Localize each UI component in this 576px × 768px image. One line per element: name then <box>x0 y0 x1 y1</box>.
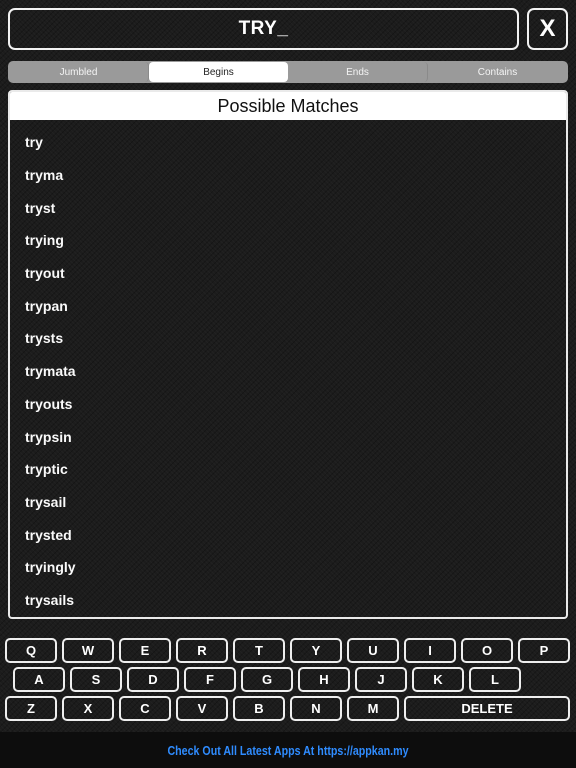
list-item[interactable]: tryout <box>10 257 566 290</box>
tab-begins[interactable]: Begins <box>149 62 288 82</box>
results-title: Possible Matches <box>10 92 566 120</box>
list-item[interactable]: trymata <box>10 355 566 388</box>
key-o[interactable]: O <box>461 638 513 663</box>
key-k[interactable]: K <box>412 667 464 692</box>
letter-keyboard: Q W E R T Y U I O P A S D F G H J K L Z … <box>0 636 576 724</box>
key-d[interactable]: D <box>127 667 179 692</box>
key-g[interactable]: G <box>241 667 293 692</box>
tab-jumbled[interactable]: Jumbled <box>9 62 149 82</box>
close-icon: X <box>539 15 556 42</box>
key-h[interactable]: H <box>298 667 350 692</box>
list-item[interactable]: tryouts <box>10 388 566 421</box>
key-b[interactable]: B <box>233 696 285 721</box>
footer-promo-link[interactable]: Check Out All Latest Apps At https://app… <box>167 743 408 758</box>
word-input-value: TRY_ <box>238 18 289 39</box>
key-r[interactable]: R <box>176 638 228 663</box>
results-list[interactable]: try tryma tryst trying tryout trypan try… <box>10 120 566 616</box>
list-item[interactable]: trysts <box>10 322 566 355</box>
key-w[interactable]: W <box>62 638 114 663</box>
footer-banner: Check Out All Latest Apps At https://app… <box>0 732 576 768</box>
key-z[interactable]: Z <box>5 696 57 721</box>
list-item[interactable]: tryingly <box>10 551 566 584</box>
list-item[interactable]: try <box>10 126 566 159</box>
list-item[interactable]: tryst <box>10 191 566 224</box>
list-item[interactable]: trysails <box>10 584 566 617</box>
key-c[interactable]: C <box>119 696 171 721</box>
key-x[interactable]: X <box>62 696 114 721</box>
list-item[interactable]: trypan <box>10 289 566 322</box>
key-l[interactable]: L <box>469 667 521 692</box>
key-e[interactable]: E <box>119 638 171 663</box>
key-j[interactable]: J <box>355 667 407 692</box>
list-item[interactable]: tryptic <box>10 453 566 486</box>
list-item[interactable]: tryma <box>10 159 566 192</box>
key-a[interactable]: A <box>13 667 65 692</box>
word-input-display[interactable]: TRY_ <box>8 8 519 50</box>
search-mode-segmented-control: Jumbled Begins Ends Contains <box>8 61 568 83</box>
list-item[interactable]: trying <box>10 224 566 257</box>
list-item[interactable]: trypsin <box>10 420 566 453</box>
key-f[interactable]: F <box>184 667 236 692</box>
key-m[interactable]: M <box>347 696 399 721</box>
list-item[interactable]: trysted <box>10 518 566 551</box>
key-p[interactable]: P <box>518 638 570 663</box>
key-v[interactable]: V <box>176 696 228 721</box>
results-panel: Possible Matches try tryma tryst trying … <box>8 90 568 619</box>
tab-contains[interactable]: Contains <box>428 62 567 82</box>
key-i[interactable]: I <box>404 638 456 663</box>
key-y[interactable]: Y <box>290 638 342 663</box>
key-s[interactable]: S <box>70 667 122 692</box>
close-button[interactable]: X <box>527 8 568 50</box>
list-item[interactable]: trysail <box>10 486 566 519</box>
key-n[interactable]: N <box>290 696 342 721</box>
tab-ends[interactable]: Ends <box>288 62 428 82</box>
key-u[interactable]: U <box>347 638 399 663</box>
key-t[interactable]: T <box>233 638 285 663</box>
key-q[interactable]: Q <box>5 638 57 663</box>
delete-button[interactable]: DELETE <box>404 696 570 721</box>
